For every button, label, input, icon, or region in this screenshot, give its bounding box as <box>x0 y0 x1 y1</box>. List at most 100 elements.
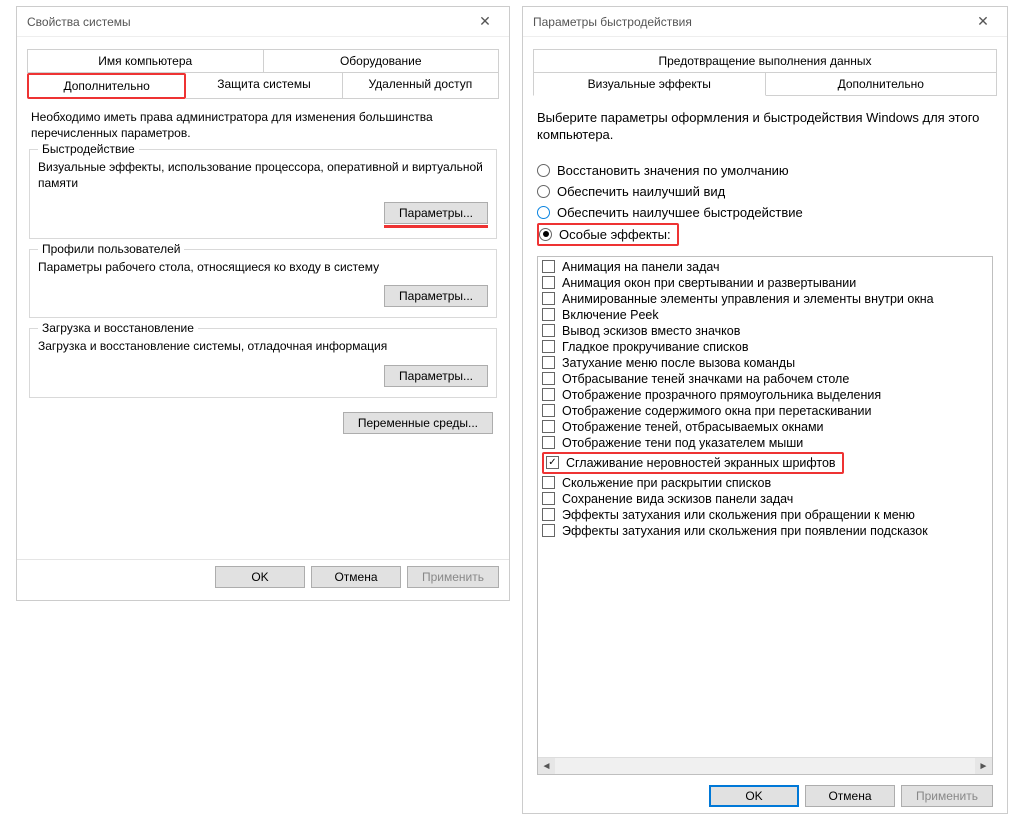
checkbox-icon[interactable] <box>542 492 555 505</box>
scroll-right-icon[interactable]: ► <box>975 758 992 774</box>
checkbox-icon[interactable] <box>542 388 555 401</box>
effect-item[interactable]: Анимация на панели задач <box>542 259 992 275</box>
radio-option[interactable]: Обеспечить наилучшее быстродействие <box>537 202 993 223</box>
effect-item[interactable]: Анимация окон при свертывании и разверты… <box>542 275 992 291</box>
checkbox-icon[interactable] <box>542 340 555 353</box>
radio-option[interactable]: Особые эффекты: <box>537 223 679 246</box>
group-desc: Загрузка и восстановление системы, отлад… <box>38 339 488 355</box>
radio-icon[interactable] <box>537 185 550 198</box>
tab-hardware[interactable]: Оборудование <box>264 49 500 73</box>
checkbox-icon[interactable] <box>542 524 555 537</box>
checkbox-icon[interactable] <box>546 456 559 469</box>
effect-label: Отображение теней, отбрасываемых окнами <box>562 420 824 434</box>
tab-advanced[interactable]: Дополнительно <box>766 73 998 96</box>
close-icon[interactable]: ✕ <box>465 13 505 30</box>
effect-label: Включение Peek <box>562 308 659 322</box>
tab-dep[interactable]: Предотвращение выполнения данных <box>533 49 997 73</box>
effect-item[interactable]: Скольжение при раскрытии списков <box>542 475 992 491</box>
effect-label: Затухание меню после вызова команды <box>562 356 795 370</box>
close-icon[interactable]: ✕ <box>963 13 1003 30</box>
effect-label: Сглаживание неровностей экранных шрифтов <box>566 456 836 470</box>
group-startup-recovery: Загрузка и восстановление Загрузка и вос… <box>29 328 497 398</box>
effect-item[interactable]: Затухание меню после вызова команды <box>542 355 992 371</box>
checkbox-icon[interactable] <box>542 324 555 337</box>
effect-label: Анимация окон при свертывании и разверты… <box>562 276 856 290</box>
effect-item[interactable]: Эффекты затухания или скольжения при обр… <box>542 507 992 523</box>
radio-label: Восстановить значения по умолчанию <box>557 163 789 178</box>
checkbox-icon[interactable] <box>542 308 555 321</box>
effect-item[interactable]: Отображение содержимого окна при перетас… <box>542 403 992 419</box>
radio-icon[interactable] <box>537 164 550 177</box>
checkbox-icon[interactable] <box>542 436 555 449</box>
effect-item[interactable]: Отображение теней, отбрасываемых окнами <box>542 419 992 435</box>
group-title: Загрузка и восстановление <box>38 321 198 335</box>
apply-button[interactable]: Применить <box>901 785 993 807</box>
radio-option[interactable]: Обеспечить наилучший вид <box>537 181 993 202</box>
effect-label: Отображение прозрачного прямоугольника в… <box>562 388 881 402</box>
cancel-button[interactable]: Отмена <box>311 566 401 588</box>
system-properties-window: Свойства системы ✕ Имя компьютера Оборуд… <box>16 6 510 601</box>
radio-label: Особые эффекты: <box>559 227 671 242</box>
checkbox-icon[interactable] <box>542 508 555 521</box>
group-desc: Визуальные эффекты, использование процес… <box>38 160 488 191</box>
effect-item[interactable]: Вывод эскизов вместо значков <box>542 323 992 339</box>
checkbox-icon[interactable] <box>542 420 555 433</box>
tab-remote[interactable]: Удаленный доступ <box>343 73 499 99</box>
titlebar[interactable]: Свойства системы ✕ <box>17 7 509 37</box>
performance-options-window: Параметры быстродействия ✕ Предотвращени… <box>522 6 1008 814</box>
checkbox-icon[interactable] <box>542 356 555 369</box>
effect-item[interactable]: Отображение прозрачного прямоугольника в… <box>542 387 992 403</box>
effect-item[interactable]: Эффекты затухания или скольжения при поя… <box>542 523 992 539</box>
dialog-footer: OK Отмена Применить <box>17 559 509 594</box>
effect-item[interactable]: Анимированные элементы управления и элем… <box>542 291 992 307</box>
checkbox-icon[interactable] <box>542 260 555 273</box>
effect-label: Отображение тени под указателем мыши <box>562 436 803 450</box>
window-title: Параметры быстродействия <box>533 15 692 29</box>
window-title: Свойства системы <box>27 15 131 29</box>
dialog-footer: OK Отмена Применить <box>533 775 997 813</box>
effects-listbox[interactable]: Анимация на панели задач Анимация окон пр… <box>537 256 993 775</box>
group-title: Быстродействие <box>38 142 139 156</box>
tabs: Имя компьютера Оборудование Дополнительн… <box>27 49 499 99</box>
user-profiles-settings-button[interactable]: Параметры... <box>384 285 488 307</box>
effect-label: Анимированные элементы управления и элем… <box>562 292 934 306</box>
checkbox-icon[interactable] <box>542 404 555 417</box>
effect-label: Анимация на панели задач <box>562 260 720 274</box>
titlebar[interactable]: Параметры быстродействия ✕ <box>523 7 1007 37</box>
admin-note: Необходимо иметь права администратора дл… <box>31 109 495 141</box>
environment-variables-button[interactable]: Переменные среды... <box>343 412 493 434</box>
effect-item[interactable]: Сохранение вида эскизов панели задач <box>542 491 992 507</box>
radio-option[interactable]: Восстановить значения по умолчанию <box>537 160 993 181</box>
visual-options-radios: Восстановить значения по умолчанию Обеспе… <box>537 160 993 246</box>
effect-label: Отбрасывание теней значками на рабочем с… <box>562 372 849 386</box>
group-title: Профили пользователей <box>38 242 184 256</box>
effect-item[interactable]: Отображение тени под указателем мыши <box>542 435 992 451</box>
group-performance: Быстродействие Визуальные эффекты, испол… <box>29 149 497 238</box>
radio-icon[interactable] <box>539 228 552 241</box>
effect-label: Скольжение при раскрытии списков <box>562 476 771 490</box>
ok-button[interactable]: OK <box>709 785 799 807</box>
startup-recovery-settings-button[interactable]: Параметры... <box>384 365 488 387</box>
apply-button[interactable]: Применить <box>407 566 499 588</box>
radio-icon[interactable] <box>537 206 550 219</box>
performance-settings-button[interactable]: Параметры... <box>384 202 488 224</box>
effect-item[interactable]: Гладкое прокручивание списков <box>542 339 992 355</box>
tab-visual-effects[interactable]: Визуальные эффекты <box>533 73 766 96</box>
checkbox-icon[interactable] <box>542 372 555 385</box>
tab-advanced[interactable]: Дополнительно <box>27 73 186 99</box>
radio-label: Обеспечить наилучшее быстродействие <box>557 205 803 220</box>
horizontal-scrollbar[interactable]: ◄ ► <box>538 757 992 774</box>
tab-system-protection[interactable]: Защита системы <box>186 73 342 99</box>
checkbox-icon[interactable] <box>542 292 555 305</box>
cancel-button[interactable]: Отмена <box>805 785 895 807</box>
ok-button[interactable]: OK <box>215 566 305 588</box>
effect-item[interactable]: Включение Peek <box>542 307 992 323</box>
scroll-left-icon[interactable]: ◄ <box>538 758 555 774</box>
checkbox-icon[interactable] <box>542 476 555 489</box>
intro-text: Выберите параметры оформления и быстроде… <box>537 110 993 144</box>
effect-label: Гладкое прокручивание списков <box>562 340 749 354</box>
effect-item[interactable]: Отбрасывание теней значками на рабочем с… <box>542 371 992 387</box>
tab-computer-name[interactable]: Имя компьютера <box>27 49 264 73</box>
effect-item[interactable]: Сглаживание неровностей экранных шрифтов <box>542 451 992 475</box>
checkbox-icon[interactable] <box>542 276 555 289</box>
